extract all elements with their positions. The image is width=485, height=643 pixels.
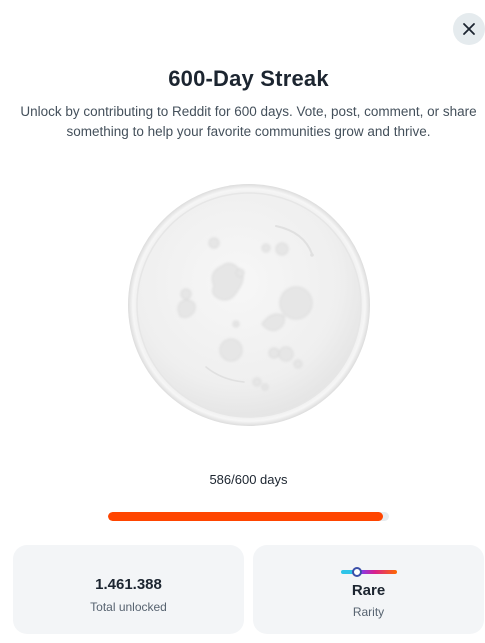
close-icon (463, 23, 475, 35)
close-button[interactable] (453, 13, 485, 45)
total-unlocked-label: Total unlocked (90, 600, 167, 614)
total-unlocked-card: 1.461.388 Total unlocked (13, 545, 244, 634)
rarity-meter (341, 570, 397, 574)
progress-bar (108, 512, 389, 521)
rarity-card: Rare Rarity (253, 545, 484, 634)
streak-badge-icon (128, 184, 370, 426)
rarity-value: Rare (351, 582, 386, 599)
rarity-label: Rarity (352, 605, 385, 619)
total-unlocked-value: 1.461.388 (95, 576, 162, 593)
progress-bar-fill (108, 512, 383, 521)
modal-description: Unlock by contributing to Reddit for 600… (20, 104, 477, 139)
progress-label: 586/600 days (209, 472, 288, 487)
modal-title: 600-Day Streak (168, 66, 329, 91)
rarity-meter-marker (352, 567, 362, 577)
